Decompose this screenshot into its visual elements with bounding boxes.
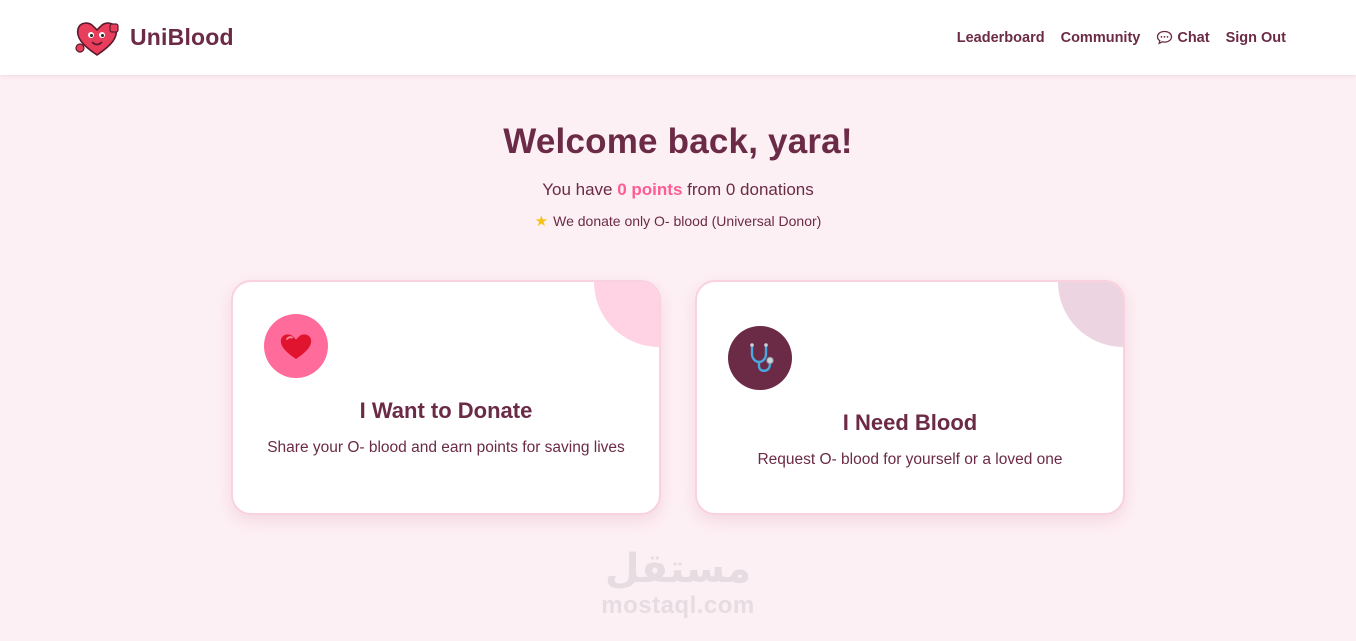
card-corner-decoration [1058,282,1123,347]
nav-links: Leaderboard Community Chat Sign Out [957,30,1286,46]
need-blood-card[interactable]: I Need Blood Request O- blood for yourse… [695,280,1125,515]
nav-link-community[interactable]: Community [1061,30,1141,46]
welcome-section: Welcome back, yara! You have 0 points fr… [0,122,1356,230]
nav-link-leaderboard[interactable]: Leaderboard [957,30,1045,46]
need-blood-card-title: I Need Blood [842,410,978,435]
donate-card[interactable]: I Want to Donate Share your O- blood and… [231,280,661,515]
need-blood-card-description: Request O- blood for yourself or a loved… [757,451,1063,468]
need-blood-icon-circle [728,326,792,390]
nav-link-chat-label: Chat [1177,29,1210,46]
star-icon: ★ [534,213,549,230]
points-summary: You have 0 points from 0 donations [0,180,1356,200]
donate-icon-circle [264,314,328,378]
points-value: 0 points [617,180,683,199]
watermark-latin: mostaql.com [601,592,755,619]
sign-out-link[interactable]: Sign Out [1226,30,1286,46]
donor-note-text: We donate only O- blood (Universal Donor… [553,213,822,229]
heart-icon [280,334,312,359]
brand-name: UniBlood [130,24,234,50]
top-navbar: UniBlood Leaderboard Community Chat Sign… [0,0,1356,75]
welcome-title: Welcome back, yara! [503,122,853,161]
stethoscope-icon [750,343,774,372]
donor-note: ★ We donate only O- blood (Universal Don… [0,212,1356,230]
card-corner-decoration [594,282,659,347]
watermark-arabic: مستقل [604,546,752,592]
donate-card-description: Share your O- blood and earn points for … [267,439,625,456]
points-summary-prefix: You have [542,180,618,199]
watermark-logo: مستقل mostaql.com [578,546,778,620]
heart-mascot-icon [75,21,119,56]
brand-home-link[interactable]: UniBlood [74,18,234,58]
speech-bubble-icon [1157,30,1173,45]
nav-link-chat[interactable]: Chat [1156,29,1210,46]
donate-card-title: I Want to Donate [359,398,533,423]
points-summary-suffix: from 0 donations [682,180,814,199]
